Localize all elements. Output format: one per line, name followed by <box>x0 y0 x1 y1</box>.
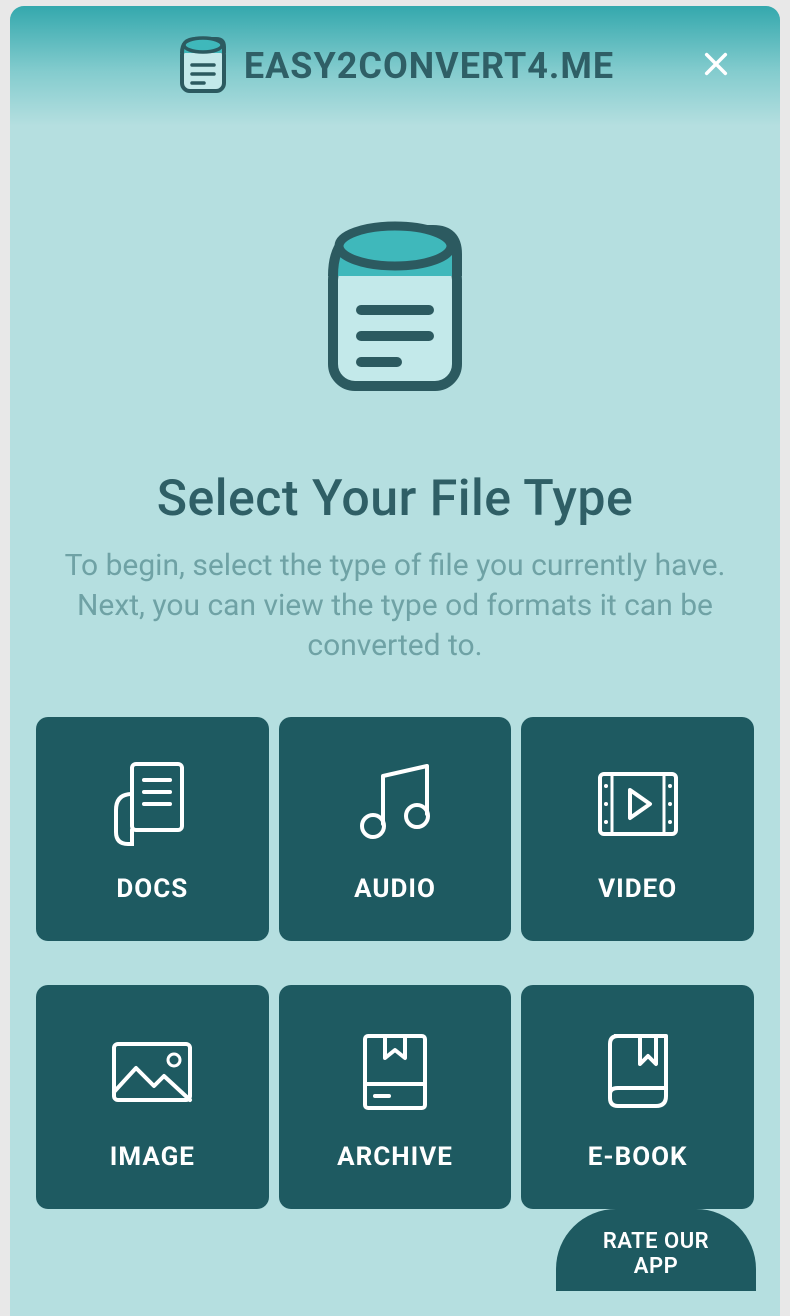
brand-logo-icon <box>176 33 230 99</box>
file-type-tiles: DOCS AUDIO <box>34 717 756 1209</box>
rate-app-label: RATE OUR APP <box>603 1229 709 1279</box>
tile-label: IMAGE <box>110 1142 195 1172</box>
tile-ebook[interactable]: E-BOOK <box>521 985 754 1209</box>
page-subtitle: To begin, select the type of file you cu… <box>35 546 755 667</box>
audio-icon <box>345 754 445 854</box>
brand-title: EASY2CONVERT4.ME <box>244 45 614 87</box>
tile-audio[interactable]: AUDIO <box>279 717 512 941</box>
tile-label: VIDEO <box>598 874 677 904</box>
tile-archive[interactable]: ARCHIVE <box>279 985 512 1209</box>
modal-header: EASY2CONVERT4.ME <box>10 6 780 126</box>
tile-label: E-BOOK <box>588 1142 688 1172</box>
page-title: Select Your File Type <box>157 470 634 528</box>
converter-modal: EASY2CONVERT4.ME Select Your File Type <box>10 6 780 1316</box>
image-icon <box>102 1022 202 1122</box>
close-button[interactable] <box>696 46 736 86</box>
tile-label: AUDIO <box>354 874 436 904</box>
archive-icon <box>345 1022 445 1122</box>
tile-label: DOCS <box>116 874 188 904</box>
ebook-icon <box>588 1022 688 1122</box>
tile-video[interactable]: VIDEO <box>521 717 754 941</box>
tile-image[interactable]: IMAGE <box>36 985 269 1209</box>
tile-label: ARCHIVE <box>337 1142 453 1172</box>
docs-icon <box>102 754 202 854</box>
brand-wrap: EASY2CONVERT4.ME <box>176 33 614 99</box>
rate-app-button[interactable]: RATE OUR APP <box>556 1209 756 1291</box>
modal-content: Select Your File Type To begin, select t… <box>10 126 780 1316</box>
tile-docs[interactable]: DOCS <box>36 717 269 941</box>
video-icon <box>588 754 688 854</box>
close-icon <box>702 50 730 82</box>
document-hero-icon <box>315 216 475 470</box>
